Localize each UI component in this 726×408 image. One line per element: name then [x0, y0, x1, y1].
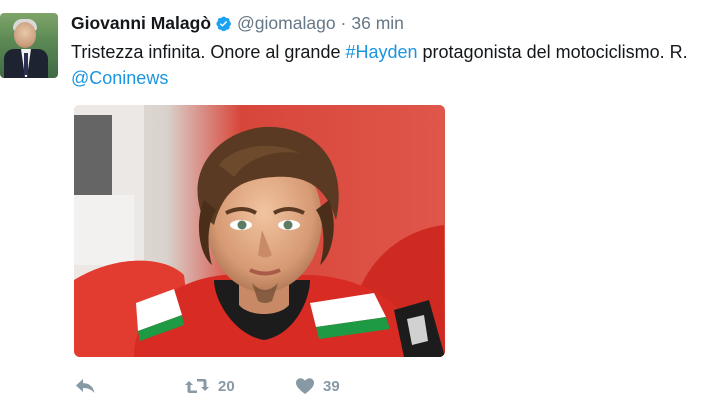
header-separator: · — [340, 12, 347, 33]
tweet-text: Tristezza infinita. Onore al grande #Hay… — [71, 39, 726, 65]
rider-portrait-image — [74, 105, 445, 357]
mention-link[interactable]: @Coninews — [71, 65, 168, 91]
avatar-tie — [24, 53, 28, 75]
heart-icon — [295, 377, 315, 395]
like-count: 39 — [323, 377, 340, 395]
avatar[interactable] — [0, 13, 58, 78]
reply-button[interactable] — [74, 373, 96, 399]
tweet-timestamp[interactable]: 36 min — [351, 13, 404, 34]
tweet-actions: 20 39 — [74, 373, 454, 399]
tweet-header: Giovanni Malagò @giomalago · 36 min — [71, 12, 404, 34]
verified-badge-icon — [215, 15, 232, 32]
reply-icon — [74, 377, 96, 395]
retweet-count: 20 — [218, 377, 235, 395]
retweet-button[interactable]: 20 — [184, 373, 235, 399]
author-handle[interactable]: @giomalago — [237, 13, 336, 34]
retweet-icon — [184, 377, 210, 395]
tweet-text-part: Tristezza infinita. Onore al grande — [71, 42, 346, 62]
like-button[interactable]: 39 — [295, 373, 340, 399]
author-name[interactable]: Giovanni Malagò — [71, 13, 211, 34]
tweet-text-part: protagonista del motociclismo. R. — [417, 42, 688, 62]
avatar-face — [14, 22, 36, 48]
hashtag-link[interactable]: #Hayden — [345, 42, 417, 62]
tweet-photo[interactable] — [74, 105, 445, 357]
